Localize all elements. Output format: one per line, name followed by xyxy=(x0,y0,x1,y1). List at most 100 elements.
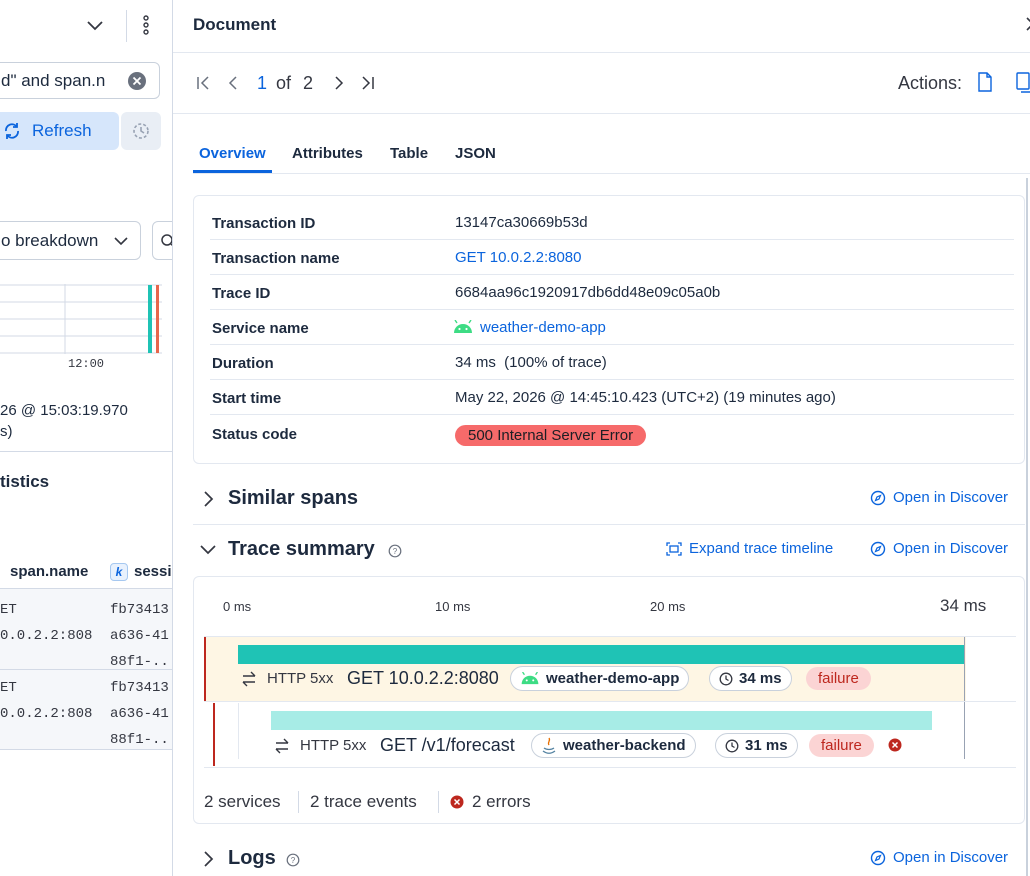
info-icon[interactable]: ? xyxy=(286,853,300,867)
expand-icon xyxy=(666,541,682,556)
table-cell: fb73413 a636-41 88f1-... xyxy=(110,675,172,753)
overview-row-trace-id: Trace ID 6684aa96c1920917db6dd48e09c05a0… xyxy=(210,275,1014,310)
tab-attributes[interactable]: Attributes xyxy=(292,145,363,162)
keyword-type-badge: k xyxy=(110,563,128,581)
overview-table: Transaction ID 13147ca30669b53d Transact… xyxy=(193,195,1025,464)
auto-refresh-button[interactable] xyxy=(121,112,161,150)
trace-waterfall: 0 ms 10 ms 20 ms 34 ms HTTP 5xx GET 10.0… xyxy=(193,576,1025,824)
overview-row-transaction-id: Transaction ID 13147ca30669b53d xyxy=(210,205,1014,240)
service-badge[interactable]: weather-demo-app xyxy=(510,666,690,691)
service-name-link[interactable]: weather-demo-app xyxy=(480,319,606,336)
inspect-button[interactable] xyxy=(152,221,172,260)
similar-spans-heading[interactable]: Similar spans xyxy=(228,487,358,510)
duration-value: 34 ms xyxy=(739,670,782,687)
field-label: Duration xyxy=(212,355,274,372)
logs-heading[interactable]: Logs xyxy=(228,847,276,870)
tab-json[interactable]: JSON xyxy=(455,145,496,162)
trace-events-count: 2 trace events xyxy=(310,792,417,812)
field-value: May 22, 2026 @ 14:45:10.423 (UTC+2) (19 … xyxy=(455,389,836,406)
tab-table[interactable]: Table xyxy=(390,145,428,162)
next-page-icon[interactable] xyxy=(331,75,347,91)
flyout-title: Document xyxy=(193,15,277,34)
first-page-icon[interactable] xyxy=(195,75,211,91)
document-icon[interactable] xyxy=(977,72,993,92)
more-vertical-icon[interactable] xyxy=(140,14,152,36)
trace-summary-heading[interactable]: Trace summary xyxy=(228,538,375,561)
span-name[interactable]: GET 10.0.2.2:8080 xyxy=(347,668,499,689)
cell-text: a636-41 xyxy=(110,628,169,644)
open-in-discover-link[interactable]: Open in Discover xyxy=(870,849,1008,866)
total-pages[interactable]: 2 xyxy=(303,73,313,94)
refresh-label: Refresh xyxy=(32,121,92,140)
span-name[interactable]: GET /v1/forecast xyxy=(380,735,515,756)
overview-row-status-code: Status code 500 Internal Server Error xyxy=(210,415,1014,450)
field-value: 13147ca30669b53d xyxy=(455,214,588,231)
info-icon[interactable]: ? xyxy=(388,544,402,558)
chart-tick-label: 12:00 xyxy=(68,357,105,371)
cell-text: a636-41 xyxy=(110,706,169,722)
open-in-discover-link[interactable]: Open in Discover xyxy=(870,489,1008,506)
trace-events-label: 2 trace events xyxy=(310,792,417,811)
open-in-discover-label: Open in Discover xyxy=(893,540,1009,557)
cell-text: 0.0.2.2:808 xyxy=(0,706,93,722)
copy-icon[interactable] xyxy=(1015,72,1030,94)
chevron-right-icon[interactable] xyxy=(201,850,215,868)
scrollbar[interactable] xyxy=(1026,178,1028,876)
tab-overview[interactable]: Overview xyxy=(199,145,266,162)
field-label: Service name xyxy=(212,320,309,337)
error-icon[interactable] xyxy=(888,738,902,752)
field-label: Start time xyxy=(212,390,282,407)
current-page[interactable]: 1 xyxy=(257,73,267,94)
cell-text: fb73413 xyxy=(110,602,169,618)
errors-label: 2 errors xyxy=(472,792,531,811)
timeline-tick: 20 ms xyxy=(650,599,686,614)
field-label: Transaction name xyxy=(212,250,340,267)
table-row[interactable]: ET 0.0.2.2:808 xyxy=(0,597,92,649)
field-label: Trace ID xyxy=(212,285,271,302)
refresh-icon xyxy=(2,121,22,141)
column-header[interactable]: sessi xyxy=(134,563,172,580)
timeline-tick: 10 ms xyxy=(435,599,471,614)
statistics-heading: tistics xyxy=(0,472,50,491)
prev-page-icon[interactable] xyxy=(225,75,241,91)
last-page-icon[interactable] xyxy=(360,75,376,91)
error-marker xyxy=(204,637,206,701)
span-kind: HTTP 5xx xyxy=(240,670,333,687)
expand-trace-timeline-label: Expand trace timeline xyxy=(689,540,834,557)
transaction-name-link[interactable]: GET 10.0.2.2:8080 xyxy=(455,249,581,266)
open-in-discover-link[interactable]: Open in Discover xyxy=(870,540,1008,557)
inspect-icon xyxy=(159,232,172,250)
service-badge[interactable]: weather-backend xyxy=(531,733,696,758)
chevron-down-icon[interactable] xyxy=(85,15,105,35)
refresh-button[interactable]: Refresh xyxy=(0,112,119,150)
overview-row-duration: Duration 34 ms (100% of trace) xyxy=(210,345,1014,380)
breakdown-label: o breakdown xyxy=(1,231,99,250)
cell-text: fb73413 xyxy=(110,680,169,696)
span-bar[interactable] xyxy=(238,645,964,664)
discover-side-panel: d" and span.n Refresh o breakdown 12:00 … xyxy=(0,0,173,876)
span-kind: HTTP 5xx xyxy=(273,737,366,754)
query-input[interactable]: d" and span.n xyxy=(0,62,160,99)
chevron-down-icon[interactable] xyxy=(199,543,217,557)
service-name: weather-backend xyxy=(563,737,686,754)
duration-badge: 34 ms xyxy=(709,666,792,691)
compass-icon xyxy=(870,850,886,866)
breakdown-select[interactable]: o breakdown xyxy=(0,221,141,260)
failure-badge: failure xyxy=(806,667,871,690)
column-header[interactable]: span.name xyxy=(10,563,88,580)
expand-trace-timeline-button[interactable]: Expand trace timeline xyxy=(666,540,833,557)
cell-text: ET xyxy=(0,680,17,696)
span-kind-label: HTTP 5xx xyxy=(267,670,334,687)
overview-row-service-name: Service name weather-demo-app xyxy=(210,310,1014,345)
clock-icon xyxy=(725,739,739,753)
close-icon[interactable] xyxy=(1025,16,1030,36)
errors-count[interactable]: 2 errors xyxy=(450,792,531,812)
open-in-discover-label: Open in Discover xyxy=(893,849,1009,866)
clear-icon[interactable] xyxy=(127,71,147,91)
duration-value: 31 ms xyxy=(745,737,788,754)
span-bar[interactable] xyxy=(271,711,932,730)
service-name: weather-demo-app xyxy=(546,670,680,687)
timestamp-line: s) xyxy=(0,423,13,440)
table-row[interactable]: ET 0.0.2.2:808 xyxy=(0,675,92,727)
chevron-right-icon[interactable] xyxy=(201,490,215,508)
